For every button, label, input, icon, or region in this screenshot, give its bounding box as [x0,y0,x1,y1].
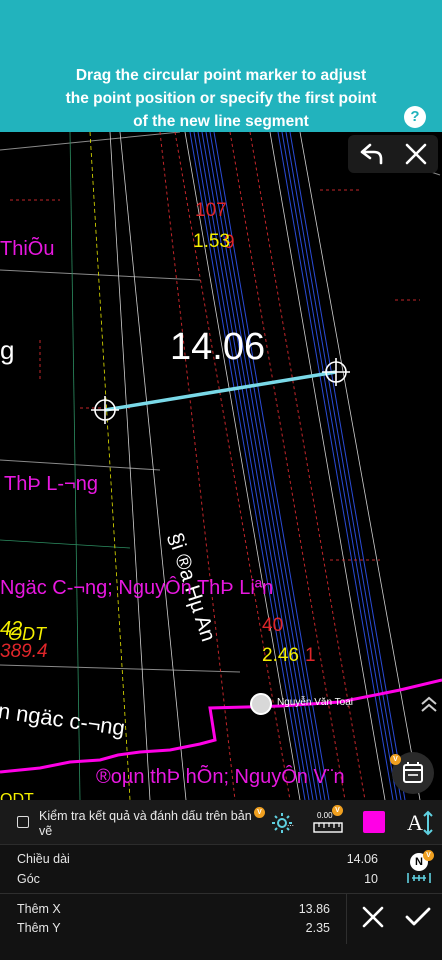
offset-y-value[interactable]: 2.35 [306,921,330,935]
parcel-line [0,269,201,281]
resize-vertical-icon [423,810,433,836]
option-badge: V [254,807,265,818]
owner-name-label: ThiÕu [0,238,55,260]
close-button[interactable] [393,135,438,173]
parcel-area-shadow: 1 [305,645,316,666]
divider [346,894,347,944]
owner-names-label: ®oµn thÞ hÕn; NguyÔn V¨n [96,766,345,788]
parcel-line [0,459,161,471]
check-result-label: Kiểm tra kết quả và đánh dấu trên bản vẽ [39,809,252,838]
point-marker-end [322,358,350,386]
help-button[interactable]: ? [404,106,426,128]
angle-label: Góc [17,872,40,886]
parcel-code: ODT [0,791,34,800]
instruction-banner: Drag the circular point marker to adjust… [0,0,442,132]
user-name-label: Nguyễn Văn Toại [277,697,353,708]
offset-x-value[interactable]: 13.86 [299,902,330,916]
collapse-up-icon[interactable] [418,694,440,716]
layers-badge: V [390,754,401,765]
undo-button[interactable] [348,135,393,173]
parcel-area: 1.53 [193,231,230,252]
parcel-number: 107 [195,200,227,221]
instruction-text: Drag the circular point marker to adjust… [65,67,377,130]
options-toolbar: Kiểm tra kết quả và đánh dấu trên bản vẽ… [0,800,442,845]
ruler-icon [313,822,343,833]
align-icon [407,873,431,883]
green-line [69,132,81,800]
text-size-button[interactable]: A [405,808,435,838]
ruler-value: 0.00 [317,811,333,820]
offset-x-label: Thêm X [17,902,61,916]
color-swatch-button[interactable] [363,811,385,833]
measure-segment [104,370,337,412]
cancel-icon[interactable] [358,902,388,932]
parcel-area: 389.4 [0,641,48,662]
parcel-number: 40 [262,615,284,636]
text-tool-label: A [407,810,423,835]
ruler-badge: V [332,805,343,816]
offset-panel: Thêm X 13.86 Thêm Y 2.35 [0,894,442,960]
point-marker-start [91,396,119,424]
length-label: Chiều dài [17,852,70,866]
close-icon [405,143,427,165]
undo-icon [360,143,383,165]
length-value: 14.06 [346,852,378,866]
measurement-length-label: 14.06 [170,326,266,368]
map-text-fragment: g [0,335,15,365]
green-line [0,539,131,549]
owner-name-label: ThÞ L-¬ng [4,473,98,495]
confirm-check-icon[interactable] [402,902,434,932]
measure-panel: Chiều dài 14.06 Góc 10 N V [0,845,442,893]
check-result-checkbox[interactable] [17,816,29,828]
owner-names-label: Ngäc C-¬ng; NguyÔn ThÞ Liªn [0,577,274,599]
north-orientation-button[interactable]: N V [404,850,434,887]
parcel-area: 2.46 [262,645,299,666]
settings-sub-icon: ⋯ [287,823,294,830]
ruler-button[interactable]: 0.00 V [313,805,343,835]
map-canvas[interactable]: 107 9 1.53 ThiÕu g 14.06 ThÞ L-¬ng §i ®­… [0,132,442,800]
angle-value: 10 [364,872,378,886]
north-badge: V [423,850,434,861]
offset-y-label: Thêm Y [17,921,61,935]
edit-controls [348,135,438,173]
user-avatar[interactable] [250,693,272,715]
parcel-line [0,664,241,673]
